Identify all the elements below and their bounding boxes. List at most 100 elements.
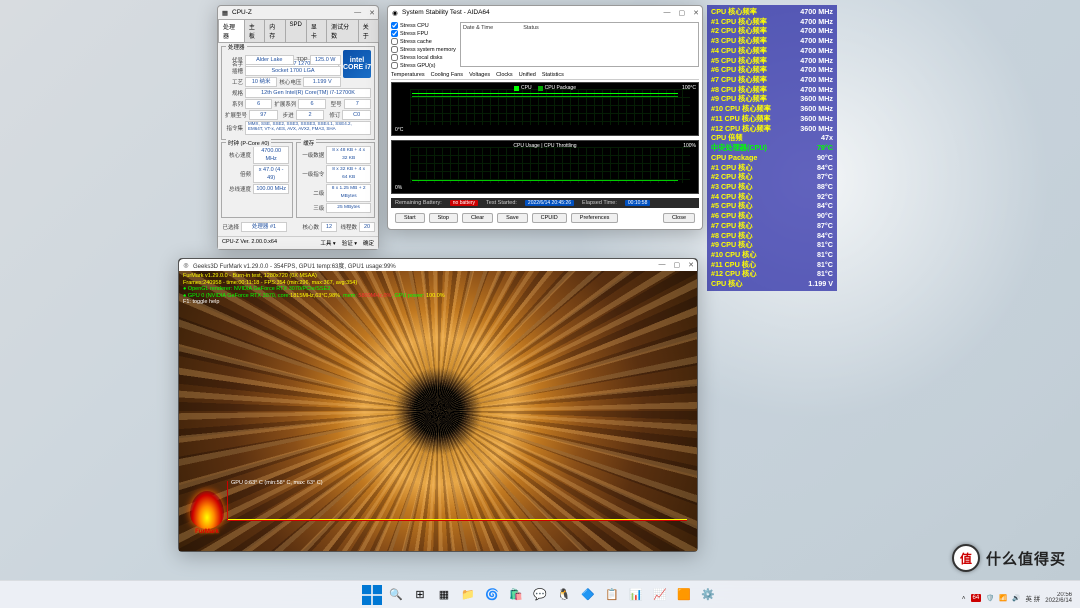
save-button[interactable]: Save xyxy=(497,213,528,223)
close-button[interactable]: ✕ xyxy=(369,9,375,17)
close-button[interactable]: Close xyxy=(663,213,695,223)
furmark-logo: FurMark xyxy=(185,491,229,541)
furmark-osd-text: FurMark v1.29.0.0 - Burn-in test, 1280x7… xyxy=(183,273,445,306)
osd-row: #5 CPU 核心84°C xyxy=(711,201,833,211)
tray-network-icon[interactable]: 📶 xyxy=(999,594,1007,602)
col-status: Status xyxy=(523,25,539,31)
tools-button[interactable]: 工具 ▾ xyxy=(320,239,335,247)
start-time: 2022/6/14 20:45:26 xyxy=(525,200,574,206)
edge-icon[interactable]: 🌀 xyxy=(482,585,502,605)
tray-shield-icon[interactable]: 🛡️ xyxy=(986,594,994,602)
store-icon[interactable]: 🛍️ xyxy=(506,585,526,605)
app-icon[interactable]: 📋 xyxy=(602,585,622,605)
tab-graphics[interactable]: 显卡 xyxy=(306,19,327,42)
technology: 10 纳米 xyxy=(245,77,277,87)
ext-family: 6 xyxy=(298,99,325,109)
stress-check-3[interactable]: Stress system memory xyxy=(391,46,456,53)
multiplier: x 47.0 (4 - 49) xyxy=(253,165,289,183)
log-listview[interactable]: Date & Time Status xyxy=(460,22,699,67)
tab-cpu[interactable]: 处理器 xyxy=(218,19,245,42)
preferences-button[interactable]: Preferences xyxy=(571,213,619,223)
battery-badge: no battery xyxy=(450,200,478,206)
specification: 12th Gen Intel(R) Core(TM) i7-12700K xyxy=(245,88,371,98)
stress-check-2[interactable]: Stress cache xyxy=(391,38,456,45)
tray-chevron-icon[interactable]: ˄ xyxy=(962,595,966,602)
tab-about[interactable]: 关于 xyxy=(358,19,379,42)
l1-inst: 8 x 32 KB + 4 x 64 KB xyxy=(326,165,371,183)
app-icon[interactable]: ⚙️ xyxy=(698,585,718,605)
cpuz-titlebar[interactable]: ▦ CPU-Z — ✕ xyxy=(218,6,378,19)
cache-group: 缓存 一级数据8 x 48 KB + 4 x 32 KB 一级指令8 x 32 … xyxy=(296,142,375,218)
clock[interactable]: 20:56 2022/6/14 xyxy=(1045,592,1072,605)
validate-button[interactable]: 验证 ▾ xyxy=(342,239,357,247)
temp-chart: CPU CPU Package 100°C 0°C xyxy=(391,82,699,136)
tab-voltages[interactable]: Voltages xyxy=(469,72,490,78)
cpuz-window: ▦ CPU-Z — ✕ 处理器 主板 内存 SPD 显卡 测试分数 关于 处理器… xyxy=(217,5,379,250)
furmark-window: ◎ Geeks3D FurMark v1.29.0.0 - 354FPS, GP… xyxy=(178,258,698,552)
osd-row: #11 CPU 核心81°C xyxy=(711,260,833,270)
maximize-button[interactable]: ▢ xyxy=(679,9,686,17)
smzdm-text: 什么值得买 xyxy=(986,548,1066,569)
tab-mainboard[interactable]: 主板 xyxy=(244,19,265,42)
app-icon[interactable]: 🔷 xyxy=(578,585,598,605)
socket: Socket 1700 LGA xyxy=(245,66,341,76)
col-datetime: Date & Time xyxy=(463,25,493,31)
app-icon[interactable]: 📈 xyxy=(650,585,670,605)
ime-indicator[interactable]: 英 拼 xyxy=(1025,593,1040,603)
app-icon[interactable]: 📊 xyxy=(626,585,646,605)
qq-icon[interactable]: 🐧 xyxy=(554,585,574,605)
maximize-button[interactable]: ▢ xyxy=(674,261,681,269)
tdp: 125.0 W xyxy=(310,55,342,65)
stress-check-1[interactable]: Stress FPU xyxy=(391,30,456,37)
tab-spd[interactable]: SPD xyxy=(285,19,307,42)
tab-memory[interactable]: 内存 xyxy=(264,19,285,42)
ok-button[interactable]: 确定 xyxy=(363,239,374,247)
tab-clocks[interactable]: Clocks xyxy=(496,72,513,78)
start-button[interactable]: Start xyxy=(395,213,425,223)
explorer-icon[interactable]: 📁 xyxy=(458,585,478,605)
osd-row: #10 CPU 核心81°C xyxy=(711,250,833,260)
tab-statistics[interactable]: Statistics xyxy=(542,72,564,78)
minimize-button[interactable]: — xyxy=(659,261,666,269)
close-button[interactable]: ✕ xyxy=(688,261,694,269)
stop-button[interactable]: Stop xyxy=(429,213,458,223)
aida-titlebar[interactable]: ◉ System Stability Test - AIDA64 — ▢ ✕ xyxy=(388,6,702,19)
search-icon[interactable]: 🔍 xyxy=(386,585,406,605)
aida-subtabs: Temperatures Cooling Fans Voltages Clock… xyxy=(391,72,699,80)
cpuz-tabs: 处理器 主板 内存 SPD 显卡 测试分数 关于 xyxy=(218,19,378,43)
osd-row: #9 CPU 核心81°C xyxy=(711,240,833,250)
stress-check-5[interactable]: Stress GPU(s) xyxy=(391,62,456,69)
wechat-icon[interactable]: 💬 xyxy=(530,585,550,605)
osd-row: #6 CPU 核心90°C xyxy=(711,211,833,221)
taskview-icon[interactable]: ⊞ xyxy=(410,585,430,605)
minimize-button[interactable]: — xyxy=(354,9,361,17)
furmark-titlebar[interactable]: ◎ Geeks3D FurMark v1.29.0.0 - 354FPS, GP… xyxy=(179,259,697,271)
tab-temperatures[interactable]: Temperatures xyxy=(391,72,425,78)
taskbar: 🔍 ⊞ ▦ 📁 🌀 🛍️ 💬 🐧 🔷 📋 📊 📈 🟧 ⚙️ xyxy=(0,580,1080,608)
osd-row: #5 CPU 核心频率4700 MHz xyxy=(711,56,833,66)
instructions: MMX, SSE, SSE2, SSE3, SSSE3, SSE4.1, SSE… xyxy=(245,121,371,135)
clear-button[interactable]: Clear xyxy=(462,213,493,223)
tab-unified[interactable]: Unified xyxy=(519,72,536,78)
osd-row: CPU 核心1.199 V xyxy=(711,279,833,289)
stress-check-0[interactable]: Stress CPU xyxy=(391,22,456,29)
osd-row: #8 CPU 核心频率4700 MHz xyxy=(711,85,833,95)
osd-row: #7 CPU 核心频率4700 MHz xyxy=(711,75,833,85)
osd-row: CPU Package90°C xyxy=(711,153,833,163)
start-button[interactable] xyxy=(362,585,382,605)
furmark-icon: ◎ xyxy=(182,261,190,269)
tab-bench[interactable]: 测试分数 xyxy=(326,19,359,42)
minimize-button[interactable]: — xyxy=(664,9,671,17)
tray-volume-icon[interactable]: 🔊 xyxy=(1012,594,1020,602)
tab-cooling[interactable]: Cooling Fans xyxy=(431,72,463,78)
smzdm-badge-icon: 值 xyxy=(952,544,980,572)
core-speed: 4700.00 MHz xyxy=(253,146,289,164)
tray-64-icon[interactable]: 64 xyxy=(971,594,982,602)
widgets-icon[interactable]: ▦ xyxy=(434,585,454,605)
app-icon[interactable]: 🟧 xyxy=(674,585,694,605)
close-button[interactable]: ✕ xyxy=(693,9,699,17)
cpuid-button[interactable]: CPUID xyxy=(532,213,567,223)
l3-cache: 25 MBytes xyxy=(326,203,371,213)
processor-select[interactable]: 处理器 #1 xyxy=(241,222,287,232)
stress-check-4[interactable]: Stress local disks xyxy=(391,54,456,61)
